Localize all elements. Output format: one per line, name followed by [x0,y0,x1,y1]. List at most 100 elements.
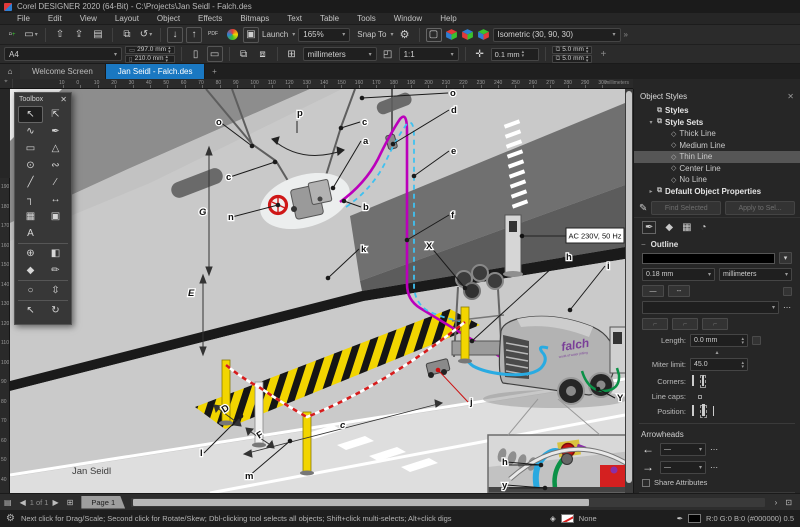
fill-properties-icon[interactable]: ◆ [665,222,673,233]
canvas-horizontal-scrollbar[interactable] [131,498,765,507]
projection-cube-front-icon[interactable] [461,28,474,41]
home-icon[interactable]: ⌂ [0,64,20,79]
style-tree-item-medium-line[interactable]: ◇Medium Line [634,140,800,152]
ruler-origin-icon[interactable]: ⌖ [0,79,13,89]
add-property-icon[interactable]: + [595,46,611,62]
next-page-button[interactable]: ▶ [48,498,62,507]
style-tree-item-styles[interactable]: ⧉Styles [634,105,800,117]
pan-tool[interactable]: ⇳ [43,282,68,299]
status-gear-icon[interactable]: ⚙ [6,513,15,524]
units-combo[interactable]: millimeters▾ [303,47,377,61]
style-tree-item-thick-line[interactable]: ◇Thick Line [634,128,800,140]
corner-round-button[interactable] [700,375,706,388]
style-tree-item-default-object-properties[interactable]: ▸⧉Default Object Properties [634,186,800,198]
line-style-solid-button[interactable]: — [642,285,664,297]
connector-tool[interactable]: ┐ [18,191,43,208]
pan-mode-icon[interactable]: ⊡ [781,498,796,507]
fountain-fill-icon[interactable]: ◔ [701,222,707,233]
new-tab-button[interactable]: + [205,64,223,79]
table-tool[interactable]: ▦ [18,208,43,225]
copy-button[interactable]: ⧉ [119,27,135,43]
position-center-button[interactable] [700,405,707,418]
corel-cloud-icon[interactable] [224,27,240,43]
pick2-tool[interactable]: ↖ [18,302,43,319]
end-arrowhead-combo[interactable]: —▾ [660,461,706,474]
menu-item-text[interactable]: Text [278,14,311,23]
save-as-button[interactable]: ⇪ [71,27,87,43]
find-selected-button[interactable]: Find Selected [651,201,721,215]
cap-round-button[interactable] [698,395,702,399]
freehand-tool[interactable]: ∿ [18,123,43,140]
style-tree-item-no-line[interactable]: ◇No Line [634,174,800,186]
canvas-vertical-scrollbar[interactable] [625,89,633,493]
style-tree-item-thin-line[interactable]: ◇Thin Line [634,151,800,163]
transform-tool[interactable]: ↻ [43,302,68,319]
menu-item-tools[interactable]: Tools [348,14,385,23]
menu-item-effects[interactable]: Effects [189,14,231,23]
page-height-field[interactable]: ▯210.0 mm▴▾ [125,55,175,63]
horizontal-ruler[interactable]: ⌖ millimeters 10010203040506070809010011… [0,79,633,89]
projection-cube-top-icon[interactable] [445,28,458,41]
cap-square-button[interactable] [706,395,710,399]
outline-properties-icon[interactable]: ✒ [642,221,656,234]
text-tool[interactable]: A [18,225,43,242]
apply-to-selection-button[interactable]: Apply to Sel... [725,201,795,215]
outline-color-swatch[interactable] [642,253,775,264]
line-style-dash-button[interactable]: -- [668,285,690,297]
pick-tool[interactable]: ↖ [18,106,43,123]
dimension-tool[interactable]: ↔ [43,191,68,208]
end-arrowhead-options[interactable]: ⋯ [710,463,719,472]
center-tool[interactable]: ⊕ [18,245,43,262]
circle-tool[interactable]: ⊙ [18,157,43,174]
outline-units-combo[interactable]: millimeters▾ [719,268,792,281]
menu-item-file[interactable]: File [8,14,39,23]
eyedropper-tool[interactable]: ✏ [43,262,68,279]
fill-tool[interactable]: ◧ [43,245,68,262]
line-style-combo[interactable]: ▾ [642,301,779,314]
drawing-scale-combo[interactable]: 1:1▾ [399,47,459,61]
save-button[interactable]: ⇧ [52,27,68,43]
style-tree-item-center-line[interactable]: ◇Center Line [634,163,800,175]
prev-page-button[interactable]: ◀ [16,498,30,507]
menu-item-layout[interactable]: Layout [106,14,148,23]
outline-color-status-swatch[interactable] [688,514,701,523]
page-size-combo[interactable]: A4▾ [4,47,122,61]
drawing-canvas[interactable]: falch world of water jetting [10,89,625,493]
start-arrowhead-combo[interactable]: —▾ [660,443,706,456]
duplicate-x-field[interactable]: ⧉5.0 mm▴▾ [552,46,593,54]
pen-tool[interactable]: ✒ [43,123,68,140]
start-arrowhead-options[interactable]: ⋯ [710,445,719,454]
print-button[interactable]: ▤ [90,27,106,43]
tab-document[interactable]: Jan Seidl - Falch.des [106,64,206,79]
fill-none-swatch[interactable] [561,514,574,523]
shape-tool[interactable]: ⇱ [43,106,68,123]
page-width-field[interactable]: ▭297.0 mm▴▾ [125,46,175,54]
projection-cube-side-icon[interactable] [477,28,490,41]
rectangle-tool[interactable]: ▭ [18,140,43,157]
scroll-right-button[interactable]: › [771,498,782,507]
style-eyedropper-icon[interactable]: ✎ [639,203,647,214]
open-button[interactable]: ▭▾ [23,27,39,43]
new-document-button[interactable]: ▫+ [4,27,20,43]
export-button[interactable]: ↑ [186,27,202,43]
publish-pdf-button[interactable]: PDF [205,27,221,43]
launcher-icon[interactable]: ▣ [243,27,259,43]
length-field[interactable]: 0.0 mm▴▾ [690,334,748,347]
outline-frame-icon[interactable]: ▢ [426,28,442,42]
portrait-icon[interactable]: ▯ [188,46,204,62]
vertical-ruler[interactable]: 1901801701601501401301201101009080706050… [0,178,10,527]
zoom-level-combo[interactable]: 165%▾ [298,28,350,42]
page-tab[interactable]: Page 1 [81,496,125,509]
share-attributes-checkbox[interactable] [642,479,650,487]
duplicate-y-field[interactable]: ⧉5.0 mm▴▾ [552,55,593,63]
outline-width-combo[interactable]: 0.18 mm▾ [642,268,715,281]
miter-limit-field[interactable]: 45.0▴▾ [690,358,748,371]
launch-label[interactable]: Launch [262,30,288,39]
add-page-button[interactable]: ⊞ [63,498,78,507]
line-style-more-toggle[interactable] [783,287,792,296]
menu-item-bitmaps[interactable]: Bitmaps [231,14,278,23]
line-tool[interactable]: ╱ [18,174,43,191]
polygon-tool[interactable]: △ [43,140,68,157]
undo-button[interactable]: ↺▾ [138,27,154,43]
corner-bevel-button[interactable] [710,380,714,384]
